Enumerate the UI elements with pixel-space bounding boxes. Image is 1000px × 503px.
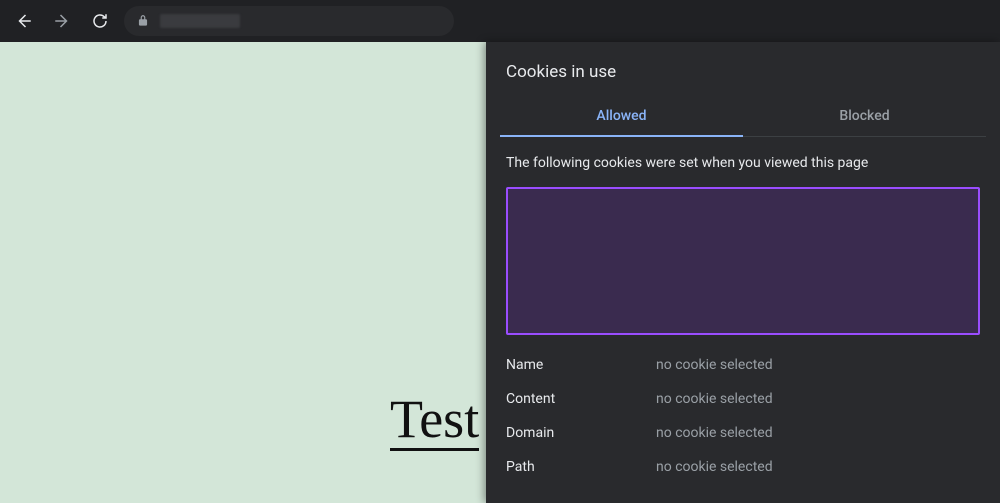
panel-description: The following cookies were set when you … [506,155,980,171]
cookie-details: Name no cookie selected Content no cooki… [506,349,980,475]
tab-blocked[interactable]: Blocked [743,98,986,136]
content-area: Test Cookies in use Allowed Blocked The … [0,42,1000,503]
detail-path-value: no cookie selected [656,459,980,475]
address-text-redacted [160,14,240,28]
cookie-list[interactable] [506,187,980,335]
detail-domain-value: no cookie selected [656,425,980,441]
detail-domain-label: Domain [506,425,656,441]
back-button[interactable] [10,7,38,35]
page-heading: Test [390,392,479,451]
forward-button[interactable] [48,7,76,35]
detail-content-label: Content [506,391,656,407]
panel-tabs: Allowed Blocked [500,98,986,137]
detail-name-value: no cookie selected [656,357,980,373]
cookies-panel: Cookies in use Allowed Blocked The follo… [486,42,1000,503]
address-bar[interactable] [124,6,454,36]
arrow-left-icon [15,12,33,30]
reload-icon [91,12,109,30]
lock-icon [136,14,150,28]
detail-name-label: Name [506,357,656,373]
browser-toolbar [0,0,1000,42]
arrow-right-icon [53,12,71,30]
panel-title: Cookies in use [506,62,980,82]
reload-button[interactable] [86,7,114,35]
detail-path-label: Path [506,459,656,475]
detail-content-value: no cookie selected [656,391,980,407]
tab-allowed[interactable]: Allowed [500,98,743,136]
